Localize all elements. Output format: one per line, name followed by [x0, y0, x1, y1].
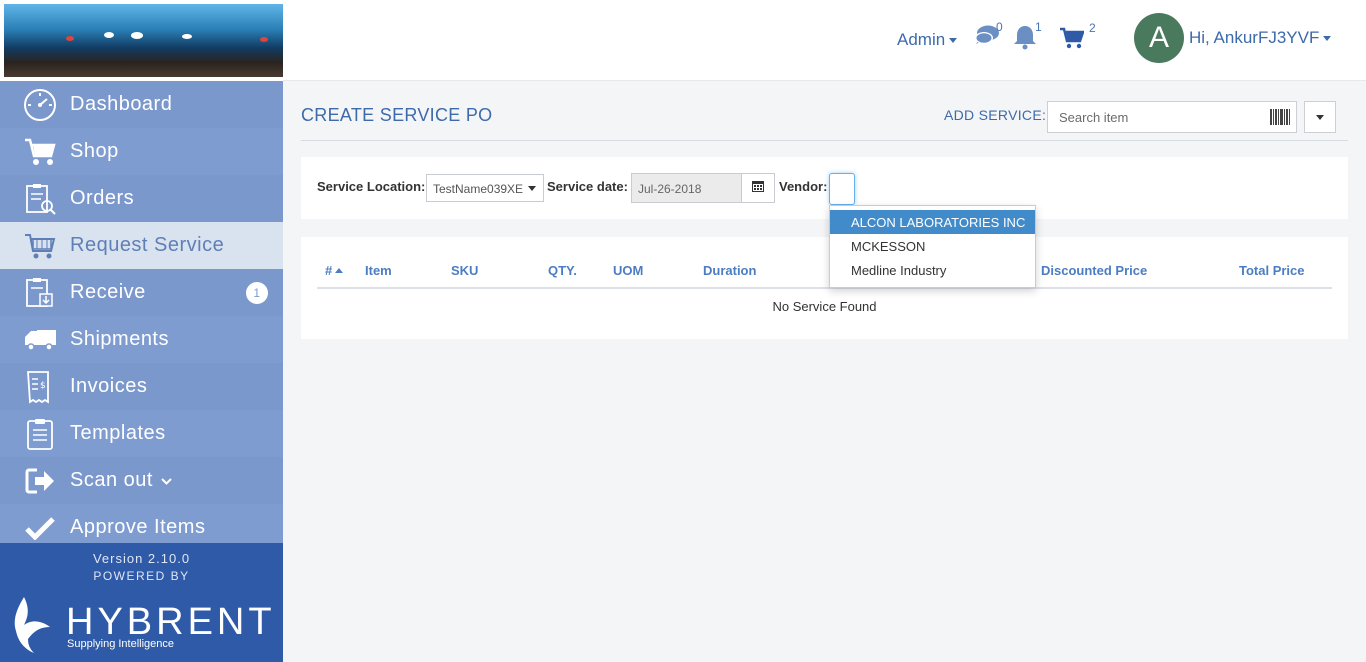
location-select[interactable]: TestName039XE	[426, 174, 544, 202]
avatar[interactable]: A	[1134, 13, 1184, 63]
cart-icon[interactable]	[1060, 27, 1085, 54]
calendar-button[interactable]	[741, 173, 775, 203]
column-header[interactable]: QTY.	[548, 263, 577, 278]
greeting-text: Hi, AnkurFJ3YVF	[1189, 28, 1320, 47]
receive-icon	[23, 276, 57, 310]
chevron-down-icon	[161, 473, 172, 489]
column-header[interactable]: Discounted Price	[1041, 263, 1147, 278]
sidebar-item-dashboard[interactable]: Dashboard	[0, 81, 283, 128]
caret-down-icon	[1323, 36, 1332, 42]
brand-footer: Version 2.10.0 POWERED BY HYBRENT Supply…	[0, 543, 283, 662]
sidebar-item-templates[interactable]: Templates	[0, 410, 283, 457]
cart-count: 2	[1089, 21, 1096, 35]
column-header[interactable]: Total Price	[1239, 263, 1305, 278]
admin-menu[interactable]: Admin	[897, 30, 958, 50]
vendor-input[interactable]	[829, 173, 855, 205]
column-header[interactable]: #	[325, 263, 344, 278]
vendor-option[interactable]: ALCON LABORATORIES INC	[830, 210, 1035, 234]
sidebar-item-orders[interactable]: Orders	[0, 175, 283, 222]
table-header: # Item SKU QTY. UOM Duration Discounted …	[317, 263, 1332, 289]
top-header: Admin 0 1 2 A Hi, AnkurFJ3YVF	[283, 0, 1366, 81]
location-label: Service Location:	[317, 179, 426, 194]
cart-icon	[23, 135, 57, 169]
date-label: Service date:	[547, 179, 628, 194]
date-field[interactable]: Jul-26-2018	[631, 173, 742, 203]
sidebar-item-shipments[interactable]: Shipments	[0, 316, 283, 363]
bell-icon[interactable]	[1013, 24, 1037, 55]
brand-tagline: Supplying Intelligence	[67, 638, 175, 650]
sidebar-item-label: Approve Items	[70, 516, 206, 538]
logo-image	[4, 4, 283, 77]
templates-icon	[23, 417, 57, 451]
add-service-dropdown-button[interactable]	[1304, 101, 1336, 133]
sidebar: Dashboard Shop Orders Request Service Re…	[0, 0, 283, 662]
page-title: CREATE SERVICE PO	[301, 105, 493, 125]
location-value: TestName039XE	[433, 182, 524, 196]
filter-card: Service Location: TestName039XE Service …	[301, 157, 1348, 219]
sidebar-item-label: Orders	[70, 187, 135, 209]
orders-icon	[23, 182, 57, 216]
sidebar-item-label: Request Service	[70, 234, 225, 256]
invoice-icon: $	[23, 370, 57, 404]
caret-down-icon	[528, 186, 536, 191]
admin-label: Admin	[897, 30, 946, 49]
notification-count: 1	[1035, 20, 1042, 34]
service-table: # Item SKU QTY. UOM Duration Discounted …	[301, 237, 1348, 339]
vendor-option[interactable]: Medline Industry	[830, 258, 1035, 282]
vendor-dropdown: ALCON LABORATORIES INC MCKESSON Medline …	[829, 205, 1036, 288]
column-header[interactable]: Duration	[703, 263, 756, 278]
svg-text:$: $	[40, 381, 46, 391]
hybrent-logo-icon	[10, 595, 52, 658]
chat-count: 0	[996, 20, 1003, 34]
caret-down-icon	[1316, 114, 1324, 120]
search-box	[1047, 101, 1297, 133]
sidebar-item-scan-out[interactable]: Scan out	[0, 457, 283, 504]
caret-down-icon	[949, 38, 958, 44]
sort-asc-icon	[335, 267, 344, 273]
sidebar-item-label: Scan out	[70, 469, 153, 491]
barcode-icon[interactable]	[1270, 109, 1290, 130]
search-input[interactable]	[1048, 102, 1263, 132]
sidebar-item-shop[interactable]: Shop	[0, 128, 283, 175]
dashboard-icon	[23, 88, 57, 122]
add-service-label: ADD SERVICE:	[944, 107, 1047, 123]
sidebar-item-label: Invoices	[70, 375, 148, 397]
column-header[interactable]: SKU	[451, 263, 478, 278]
sidebar-item-label: Templates	[70, 422, 166, 444]
column-header[interactable]: Item	[365, 263, 392, 278]
request-service-icon	[23, 229, 57, 263]
check-icon	[23, 511, 57, 545]
sidebar-item-invoices[interactable]: $ Invoices	[0, 363, 283, 410]
sidebar-item-label: Receive	[70, 281, 146, 303]
empty-message: No Service Found	[772, 299, 877, 314]
divider	[301, 140, 1348, 141]
receive-badge: 1	[246, 282, 268, 304]
vendor-label: Vendor:	[779, 179, 828, 194]
sidebar-item-receive[interactable]: Receive 1	[0, 269, 283, 316]
sidebar-item-label: Shop	[70, 140, 119, 162]
vendor-option[interactable]: MCKESSON	[830, 234, 1035, 258]
scan-out-icon	[23, 464, 57, 498]
calendar-icon	[752, 179, 764, 197]
sidebar-item-request-service[interactable]: Request Service	[0, 222, 283, 269]
truck-icon	[23, 323, 57, 357]
version-text: Version 2.10.0	[92, 551, 191, 566]
user-menu[interactable]: Hi, AnkurFJ3YVF	[1189, 28, 1332, 48]
logo-area	[0, 0, 283, 81]
sidebar-item-label: Dashboard	[70, 93, 173, 115]
column-header[interactable]: UOM	[613, 263, 643, 278]
powered-by-text: POWERED BY	[93, 569, 190, 583]
sidebar-item-label: Shipments	[70, 328, 169, 350]
sidebar-menu: Dashboard Shop Orders Request Service Re…	[0, 81, 283, 551]
